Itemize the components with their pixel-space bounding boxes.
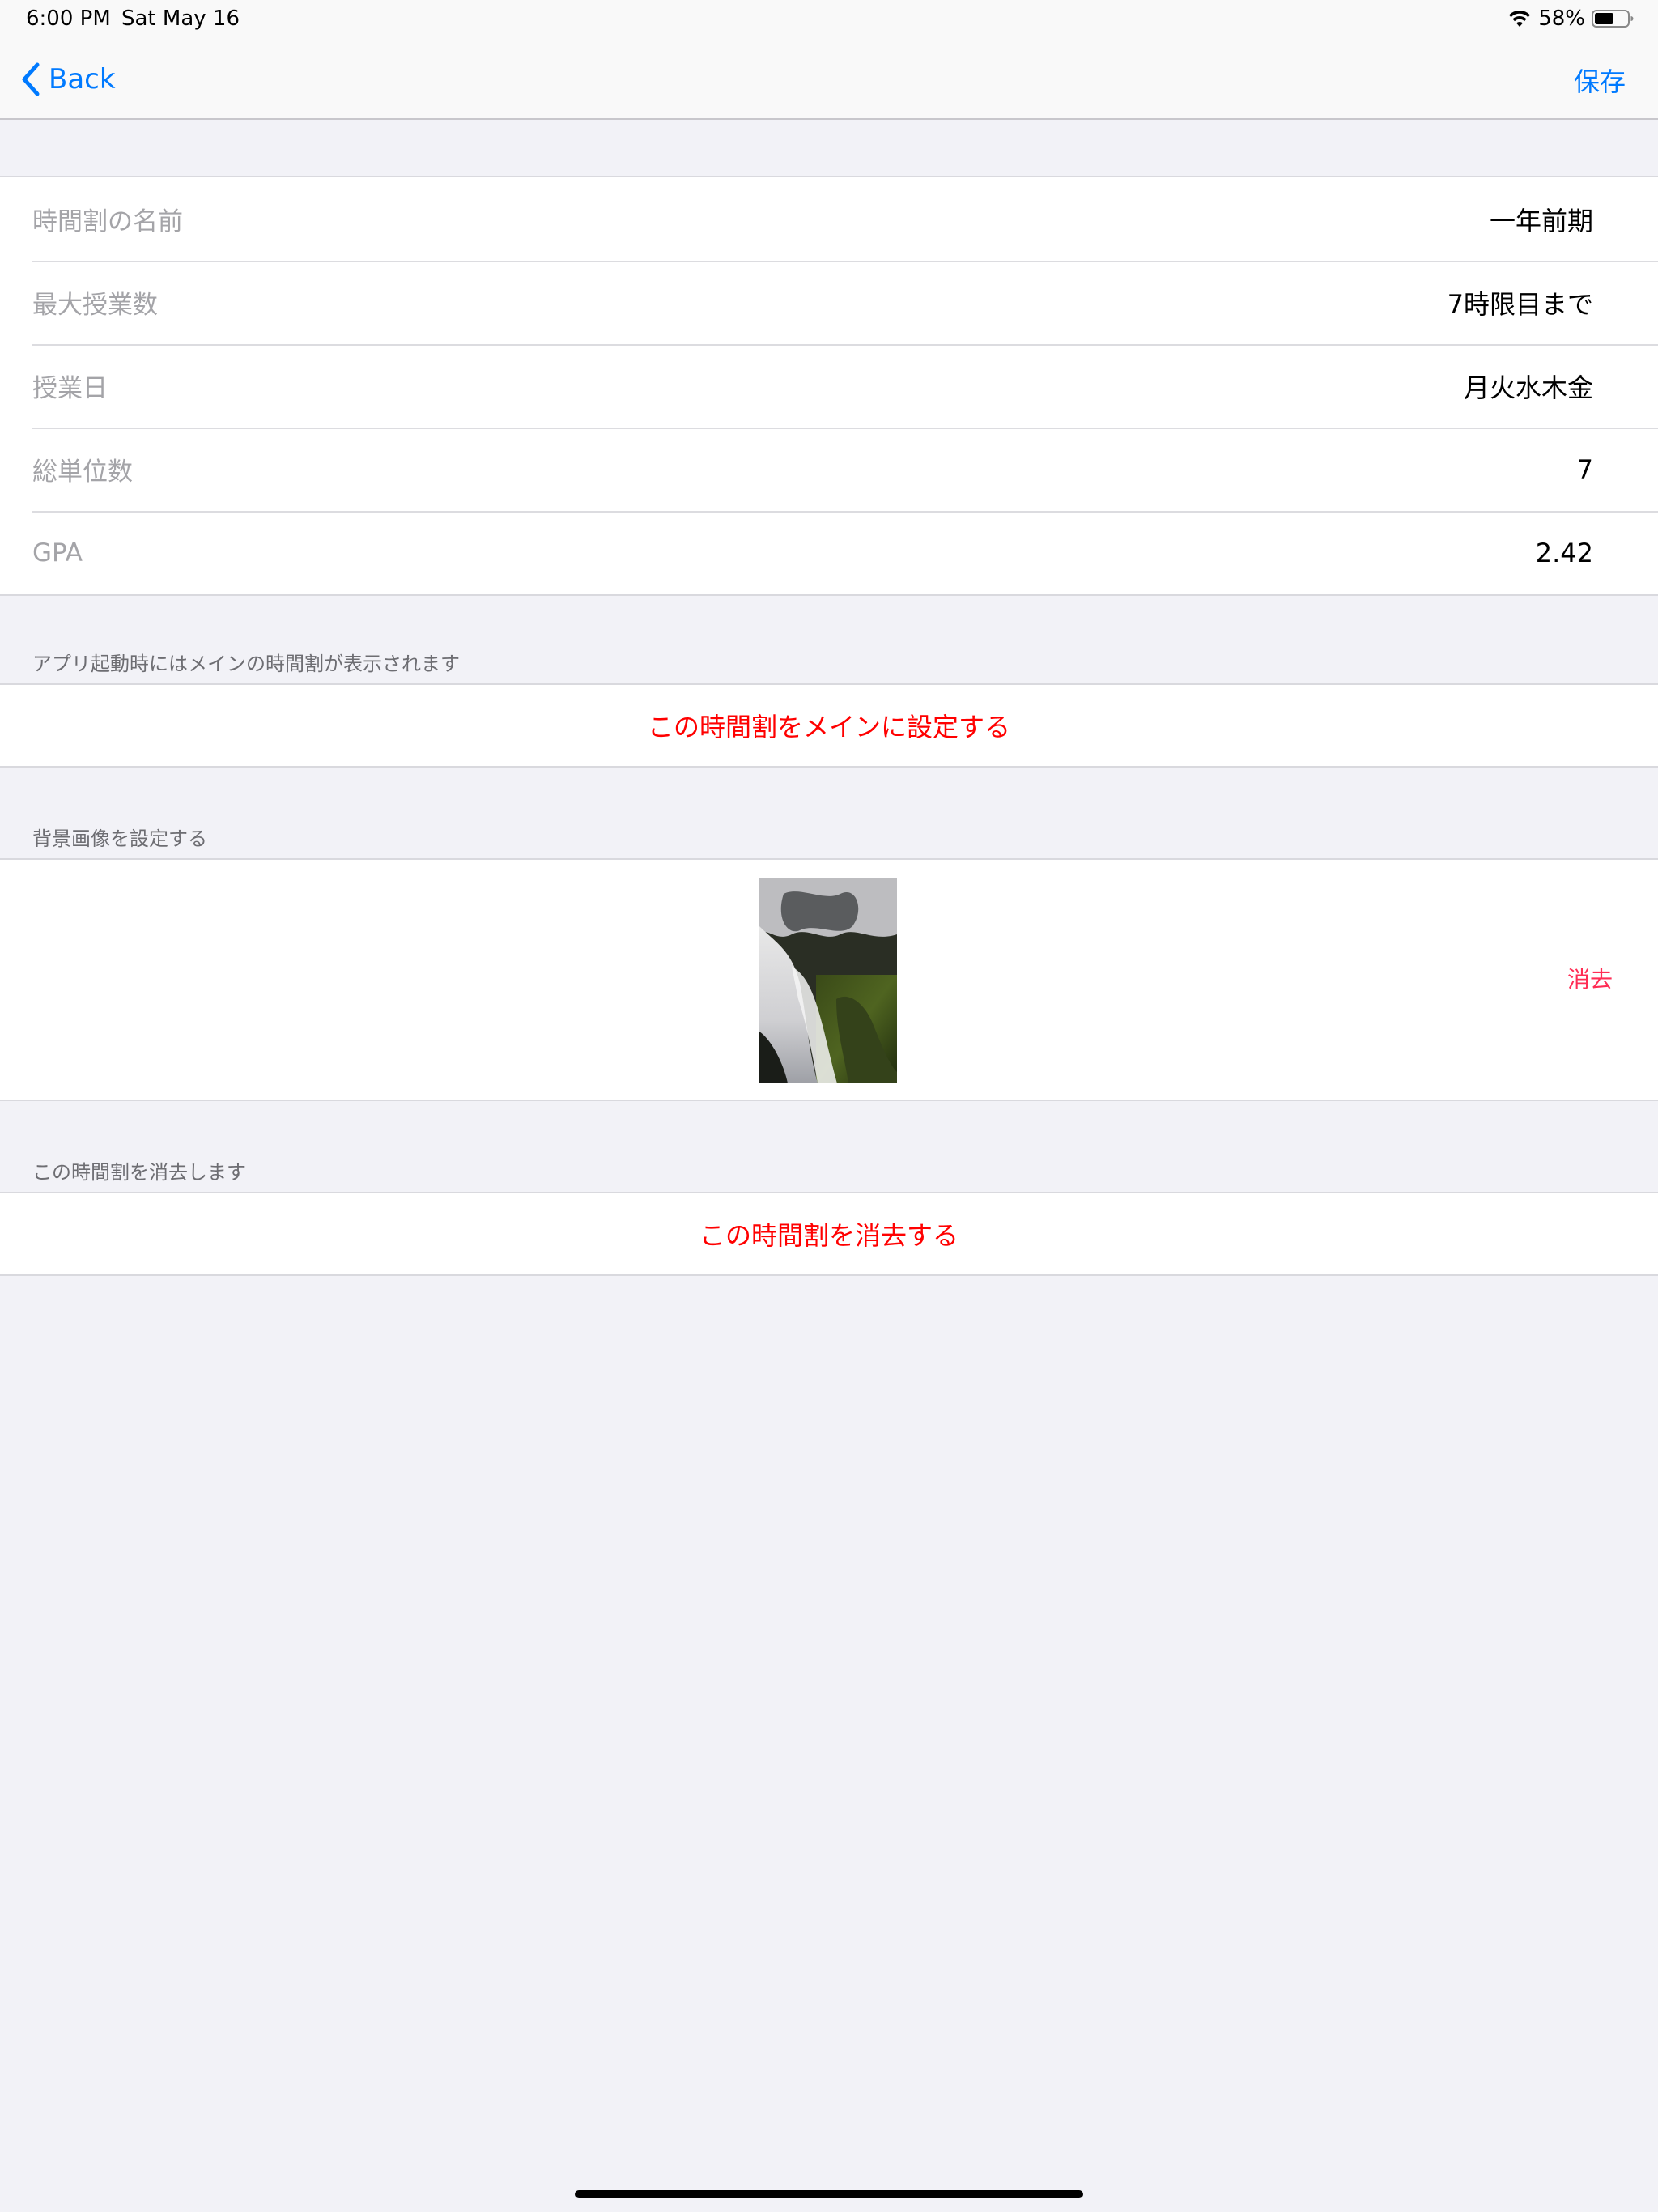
background-section-group: 消去	[0, 858, 1658, 1101]
main-section-group: この時間割をメインに設定する	[0, 683, 1658, 768]
status-bar: 6:00 PM Sat May 16 58%	[0, 0, 1658, 39]
home-indicator	[575, 2190, 1083, 2198]
row-value: 月火水木金	[1463, 372, 1593, 403]
row-value: 2.42	[1535, 537, 1593, 568]
row-label: GPA	[32, 538, 83, 568]
navigation-bar: Back 保存	[0, 39, 1658, 120]
battery-percent: 58%	[1538, 6, 1585, 31]
row-label: 時間割の名前	[32, 207, 183, 236]
save-button[interactable]: 保存	[1574, 62, 1626, 99]
wifi-icon	[1509, 10, 1531, 27]
row-label: 総単位数	[32, 457, 133, 487]
delete-timetable-button[interactable]: この時間割を消去する	[0, 1193, 1658, 1274]
row-label: 授業日	[32, 374, 108, 403]
back-button[interactable]: Back	[19, 58, 116, 100]
row-value: 7	[1576, 453, 1593, 485]
set-main-button[interactable]: この時間割をメインに設定する	[0, 685, 1658, 766]
row-label: 最大授業数	[32, 291, 158, 320]
main-section-header: アプリ起動時にはメインの時間割が表示されます	[32, 653, 460, 675]
row-timetable-name[interactable]: 時間割の名前 一年前期	[0, 177, 1658, 261]
background-section-header: 背景画像を設定する	[32, 827, 207, 850]
battery-icon	[1592, 10, 1634, 28]
delete-background-button[interactable]: 消去	[1567, 962, 1613, 994]
row-value: 一年前期	[1489, 205, 1593, 236]
background-image-thumbnail[interactable]	[759, 878, 897, 1083]
delete-section-group: この時間割を消去する	[0, 1192, 1658, 1276]
row-value: 7時限目まで	[1447, 288, 1593, 320]
back-label: Back	[49, 63, 116, 96]
status-indicators: 58%	[1507, 6, 1634, 31]
background-image-row: 消去	[0, 860, 1658, 1100]
status-date: Sat May 16	[121, 6, 240, 31]
status-time: 6:00 PM	[26, 6, 111, 31]
settings-group: 時間割の名前 一年前期 最大授業数 7時限目まで 授業日 月火水木金 総単位数 …	[0, 176, 1658, 596]
row-total-credits[interactable]: 総単位数 7	[0, 428, 1658, 511]
row-gpa[interactable]: GPA 2.42	[0, 511, 1658, 594]
waterfall-image	[759, 878, 897, 1083]
delete-section-header: この時間割を消去します	[32, 1161, 246, 1184]
row-max-classes[interactable]: 最大授業数 7時限目まで	[0, 261, 1658, 344]
chevron-left-icon	[22, 62, 40, 96]
row-class-days[interactable]: 授業日 月火水木金	[0, 344, 1658, 428]
